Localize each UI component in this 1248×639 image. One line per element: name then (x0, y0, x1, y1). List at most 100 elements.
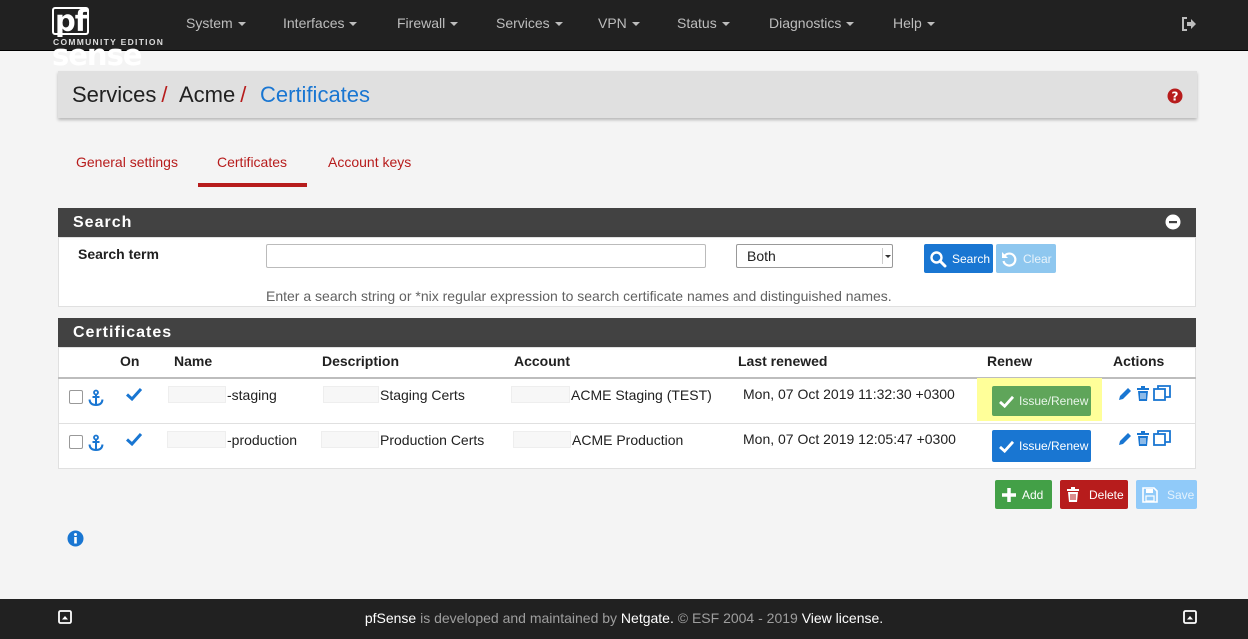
search-term-label: Search term (78, 246, 159, 262)
cert-account-text: ACME Staging (TEST) (571, 387, 712, 403)
check-icon (999, 395, 1014, 408)
active-tab-indicator (198, 183, 307, 187)
delete-button-label: Delete (1089, 487, 1124, 502)
trash-icon[interactable] (1136, 386, 1150, 402)
anchor-icon[interactable] (87, 434, 105, 452)
info-circle-icon[interactable] (67, 530, 84, 547)
column-header-on: On (120, 353, 140, 369)
top-navbar: pfsense COMMUNITY EDITION System Interfa… (0, 0, 1248, 72)
cert-name-text: -production (227, 432, 298, 448)
column-header-account: Account (514, 353, 570, 369)
save-button-label: Save (1167, 487, 1195, 502)
breadcrumb-acme[interactable]: Acme / (179, 82, 246, 108)
footer: pfSense is developed and maintained by N… (0, 599, 1248, 639)
nav-diagnostics[interactable]: Diagnostics (769, 15, 855, 31)
redacted-account-prefix (513, 431, 571, 448)
row-select-checkbox[interactable] (69, 435, 83, 449)
nav-interfaces[interactable]: Interfaces (283, 15, 358, 31)
breadcrumb-separator: / (240, 82, 247, 107)
breadcrumb-acme-label: Acme (179, 82, 236, 107)
copy-icon[interactable] (1153, 430, 1172, 447)
logo-pf: pf (52, 7, 90, 36)
trash-icon[interactable] (1136, 431, 1150, 447)
view-license-link[interactable]: View license. (802, 610, 883, 626)
search-button-label: Search (952, 251, 991, 266)
plus-icon (1002, 487, 1016, 502)
column-header-renew: Renew (987, 353, 1033, 369)
cert-description-text: Production Certs (380, 432, 485, 448)
nav-vpn-label: VPN (598, 15, 627, 31)
anchor-icon[interactable] (87, 389, 105, 407)
sign-out-icon[interactable] (1181, 16, 1197, 32)
cert-description: Production Certs (321, 431, 484, 448)
undo-icon (1002, 251, 1017, 267)
svg-text:?: ? (1172, 90, 1179, 104)
cert-description: Staging Certs (323, 386, 465, 403)
caret-down-icon (631, 22, 640, 27)
cert-name: -staging (168, 386, 277, 403)
trash-icon (1067, 486, 1079, 502)
nav-system[interactable]: System (186, 15, 246, 31)
pfsense-logo[interactable]: pfsense COMMUNITY EDITION (52, 4, 163, 72)
column-header-name: Name (174, 353, 213, 369)
collapse-minus-icon[interactable] (1165, 214, 1181, 230)
pencil-icon[interactable] (1117, 431, 1133, 447)
caret-down-icon (721, 22, 730, 27)
caret-down-icon (926, 22, 935, 27)
search-input[interactable] (266, 244, 706, 268)
nav-vpn[interactable]: VPN (598, 15, 640, 31)
save-button[interactable]: Save (1136, 480, 1197, 509)
save-icon (1142, 486, 1158, 503)
column-header-description: Description (322, 353, 400, 369)
tab-certificates[interactable]: Certificates (217, 154, 287, 170)
footer-middle-text: is developed and maintained by (416, 610, 621, 626)
nav-firewall[interactable]: Firewall (397, 15, 459, 31)
search-scope-value: Both (747, 248, 776, 264)
nav-diagnostics-label: Diagnostics (769, 15, 842, 31)
cert-name: -production (167, 431, 297, 448)
check-icon (126, 432, 142, 446)
nav-firewall-label: Firewall (397, 15, 446, 31)
search-help-text: Enter a search string or *nix regular ex… (266, 288, 892, 304)
nav-services-label: Services (496, 15, 550, 31)
clear-button[interactable]: Clear (996, 244, 1056, 273)
issue-renew-label: Issue/Renew (1019, 394, 1089, 408)
add-button[interactable]: Add (995, 480, 1052, 509)
tab-account-keys[interactable]: Account keys (328, 154, 411, 170)
nav-help-label: Help (893, 15, 922, 31)
caret-down-icon (349, 22, 358, 27)
issue-renew-button[interactable]: Issue/Renew (992, 386, 1091, 416)
nav-help[interactable]: Help (893, 15, 935, 31)
delete-button[interactable]: Delete (1060, 480, 1128, 509)
search-scope-select[interactable]: Both (736, 244, 893, 268)
nav-system-label: System (186, 15, 233, 31)
issue-renew-button[interactable]: Issue/Renew (992, 430, 1091, 462)
footer-copyright: © ESF 2004 - 2019 (673, 610, 802, 626)
question-circle-icon[interactable]: ? (1167, 88, 1183, 104)
footer-company-link[interactable]: Netgate. (621, 610, 674, 626)
redacted-name-prefix (167, 431, 226, 448)
redacted-account-prefix (511, 386, 570, 403)
copy-icon[interactable] (1153, 385, 1172, 402)
expand-footer-icon[interactable] (1183, 610, 1197, 624)
cert-account: ACME Staging (TEST) (511, 386, 712, 403)
select-arrow-icon (882, 248, 891, 264)
nav-status-label: Status (677, 15, 717, 31)
nav-services[interactable]: Services (496, 15, 563, 31)
nav-status[interactable]: Status (677, 15, 730, 31)
footer-brand: pfSense (364, 610, 417, 626)
nav-interfaces-label: Interfaces (283, 15, 345, 31)
check-icon (999, 440, 1014, 453)
breadcrumb-services-label: Services (72, 82, 157, 107)
cert-last-renewed: Mon, 07 Oct 2019 12:05:47 +0300 (743, 431, 956, 447)
search-button[interactable]: Search (924, 244, 993, 273)
row-select-checkbox[interactable] (69, 390, 83, 404)
tab-general-settings[interactable]: General settings (76, 154, 178, 170)
breadcrumb-services[interactable]: Services / (72, 82, 167, 108)
caret-down-icon (554, 22, 563, 27)
breadcrumb-certificates[interactable]: Certificates (260, 82, 370, 108)
redacted-description-prefix (321, 431, 379, 448)
redacted-name-prefix (168, 386, 226, 403)
pencil-icon[interactable] (1117, 386, 1133, 402)
caret-down-icon (846, 22, 855, 27)
